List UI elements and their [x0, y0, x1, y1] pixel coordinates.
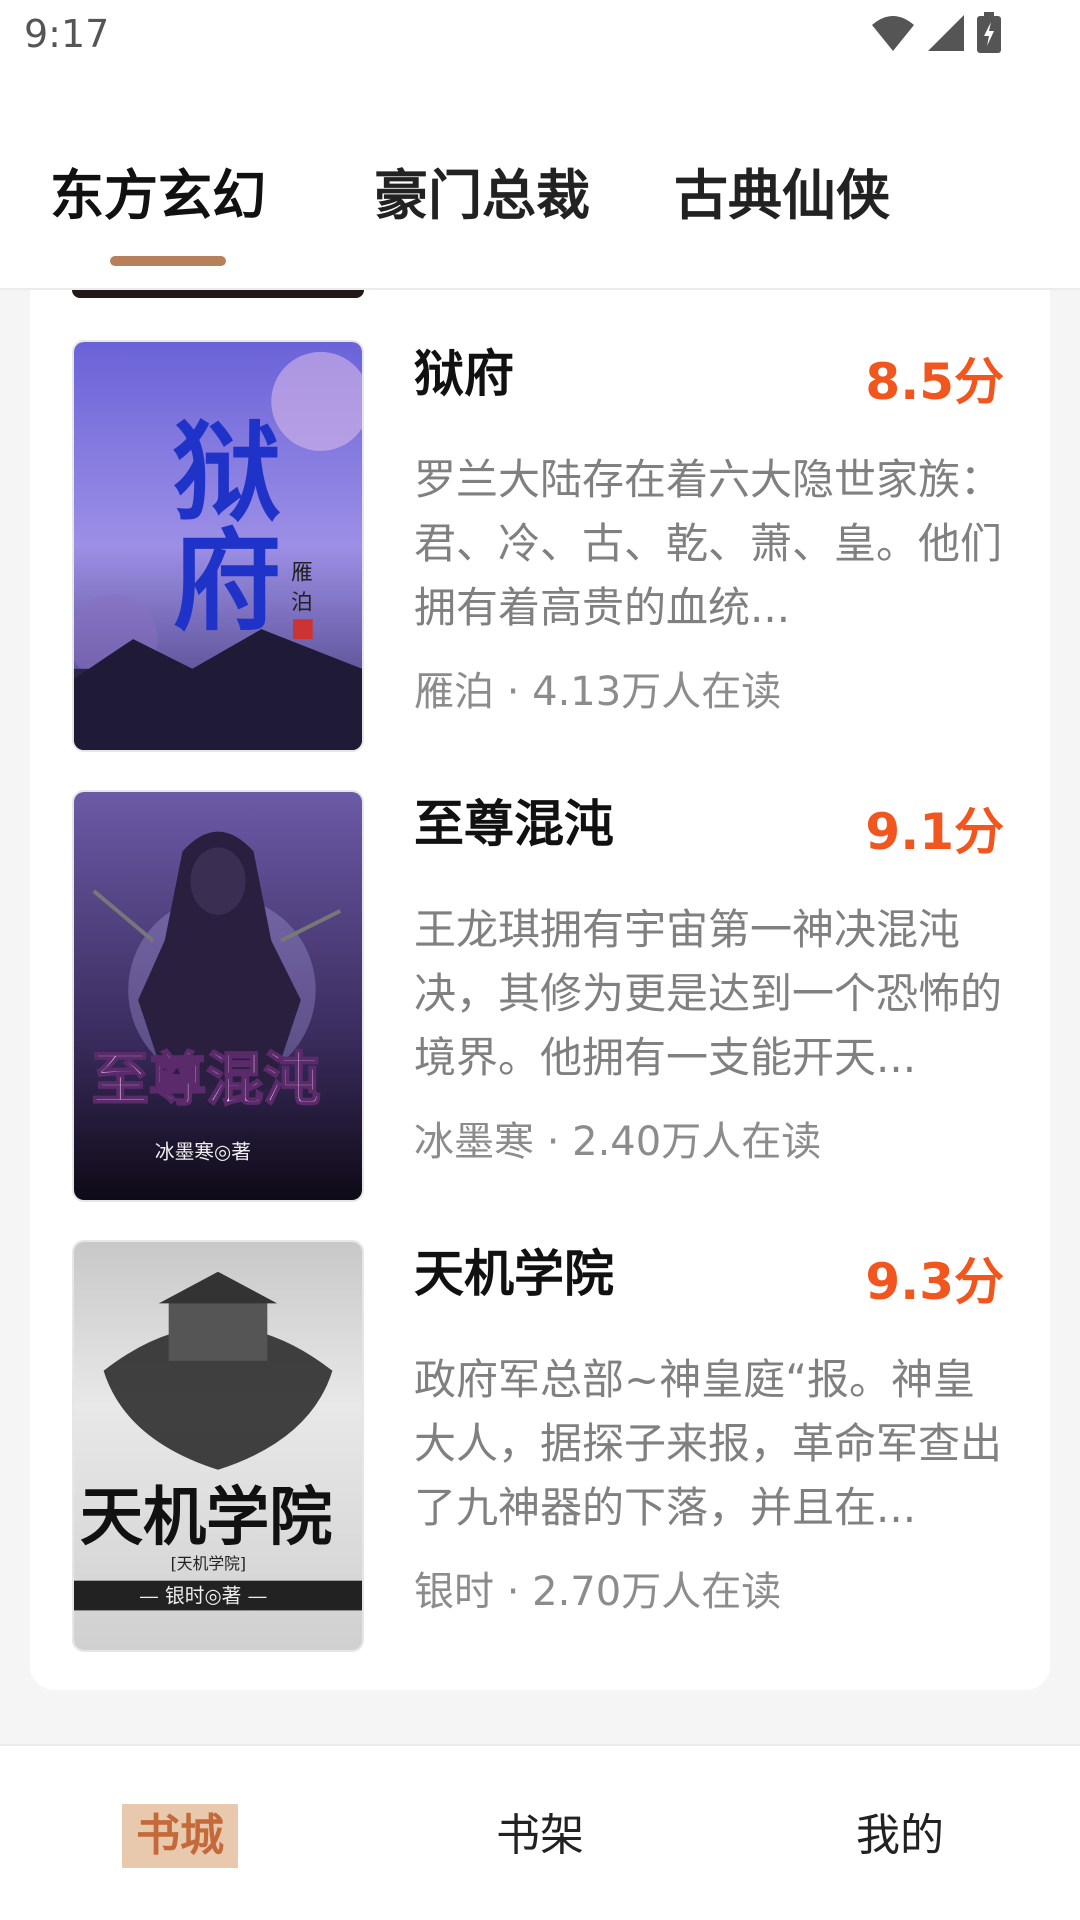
cover-title-text: 至尊混沌 — [92, 1045, 321, 1113]
book-cover-art: 狱 府 雁 泊 — [74, 342, 362, 750]
battery-charging-icon — [976, 12, 1002, 54]
book-meta: 冰墨寒 · 2.40万人在读 — [414, 1119, 822, 1165]
cover-author-text: — 银时◎著 — — [139, 1584, 267, 1607]
book-meta: 银时 · 2.70万人在读 — [414, 1569, 782, 1615]
tab-haomen-zongcai[interactable]: 豪门总裁 — [374, 164, 590, 228]
book-description: 罗兰大陆存在着六大隐世家族：君、冷、古、乾、萧、皇。他们拥有着高贵的血统... — [414, 455, 1003, 632]
active-tab-indicator — [110, 256, 226, 266]
book-cover[interactable]: 至尊混沌 冰墨寒◎著 — [72, 790, 364, 1202]
book-list-scroll[interactable]: 狱 府 雁 泊 狱府 8.5分 罗兰大陆存在着六大隐世家族：君、冷、古、乾、萧、… — [0, 290, 1080, 1744]
book-cover-art: 天机学院 [天机学院] — 银时◎著 — — [74, 1242, 362, 1650]
nav-bookshelf[interactable]: 书架 — [496, 1806, 584, 1866]
cover-author-text: 冰墨寒◎著 — [155, 1140, 251, 1163]
cover-title-char-2: 府 — [173, 517, 281, 645]
book-score: 9.3分 — [865, 1253, 1004, 1311]
status-icons — [870, 12, 1002, 54]
category-tab-bar: 东方玄幻 豪门总裁 古典仙侠 — [0, 72, 1080, 290]
book-description: 政府军总部~神皇庭“报。神皇大人，据探子来报，革命军查出了九神器的下落，并且在.… — [414, 1355, 1003, 1532]
bottom-navigation: 书城 书架 我的 — [0, 1744, 1080, 1920]
book-item[interactable]: 狱 府 雁 泊 狱府 8.5分 罗兰大陆存在着六大隐世家族：君、冷、古、乾、萧、… — [0, 340, 1080, 756]
nav-mine[interactable]: 我的 — [856, 1806, 944, 1866]
svg-text:泊: 泊 — [291, 590, 313, 615]
book-score: 8.5分 — [865, 353, 1004, 411]
book-cover[interactable]: 天机学院 [天机学院] — 银时◎著 — — [72, 1240, 364, 1652]
svg-text:雁: 雁 — [291, 561, 313, 586]
book-score: 9.1分 — [865, 803, 1004, 861]
cover-title-text: 天机学院 — [80, 1480, 333, 1554]
tab-gudian-xianxia[interactable]: 古典仙侠 — [674, 164, 890, 228]
cover-tag-text: [天机学院] — [171, 1554, 246, 1573]
book-title[interactable]: 狱府 — [414, 344, 514, 404]
wifi-icon — [870, 13, 916, 53]
book-cover-art: 至尊混沌 冰墨寒◎著 — [74, 792, 362, 1200]
book-title[interactable]: 天机学院 — [414, 1244, 614, 1304]
book-item[interactable]: 至尊混沌 冰墨寒◎著 至尊混沌 9.1分 王龙琪拥有宇宙第一神决混沌决，其修为更… — [0, 790, 1080, 1206]
previous-book-cover-edge[interactable] — [72, 290, 364, 298]
signal-icon — [926, 13, 966, 53]
book-title[interactable]: 至尊混沌 — [414, 794, 614, 854]
book-item[interactable]: 天机学院 [天机学院] — 银时◎著 — 天机学院 9.3分 政府军总部~神皇庭… — [0, 1240, 1080, 1656]
status-time: 9:17 — [24, 12, 110, 56]
tab-dongfang-xuanhuan[interactable]: 东方玄幻 — [50, 164, 266, 228]
nav-bookstore[interactable]: 书城 — [122, 1804, 238, 1868]
status-bar: 9:17 — [0, 0, 1080, 72]
book-meta: 雁泊 · 4.13万人在读 — [414, 669, 782, 715]
book-cover[interactable]: 狱 府 雁 泊 — [72, 340, 364, 752]
book-description: 王龙琪拥有宇宙第一神决混沌决，其修为更是达到一个恐怖的境界。他拥有一支能开天..… — [414, 905, 1003, 1082]
